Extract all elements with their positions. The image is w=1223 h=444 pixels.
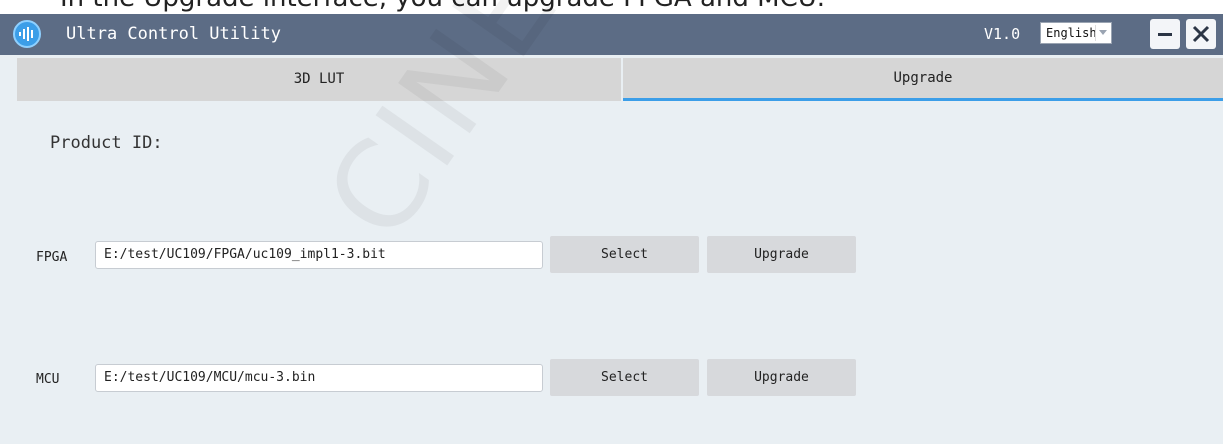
tab-bar: 3D LUT Upgrade <box>17 58 1223 101</box>
fpga-select-button[interactable]: Select <box>550 236 699 273</box>
app-logo-icon <box>13 20 41 48</box>
mcu-label: MCU <box>36 372 60 387</box>
language-select[interactable]: English <box>1040 22 1112 44</box>
chevron-down-icon[interactable] <box>1095 25 1109 41</box>
minimize-icon <box>1158 33 1172 36</box>
mcu-select-button[interactable]: Select <box>550 359 699 396</box>
version-label: V1.0 <box>984 25 1021 43</box>
tab-upgrade[interactable]: Upgrade <box>623 58 1223 101</box>
app-window: Ultra Control Utility V1.0 English 3D LU… <box>0 0 1223 444</box>
close-button[interactable] <box>1186 19 1216 49</box>
language-select-value: English <box>1046 26 1097 40</box>
fpga-label: FPGA <box>36 250 68 265</box>
mcu-upgrade-button[interactable]: Upgrade <box>707 359 856 396</box>
product-id-label: Product ID: <box>50 133 163 153</box>
mcu-path-input[interactable]: E:/test/UC109/MCU/mcu-3.bin <box>95 364 543 392</box>
fpga-path-input[interactable]: E:/test/UC109/FPGA/uc109_impl1-3.bit <box>95 241 543 269</box>
minimize-button[interactable] <box>1150 19 1180 49</box>
fpga-upgrade-button[interactable]: Upgrade <box>707 236 856 273</box>
close-icon <box>1192 25 1210 43</box>
title-bar: Ultra Control Utility V1.0 English <box>0 14 1223 55</box>
tab-3d-lut[interactable]: 3D LUT <box>17 58 621 101</box>
app-title: Ultra Control Utility <box>66 24 281 44</box>
